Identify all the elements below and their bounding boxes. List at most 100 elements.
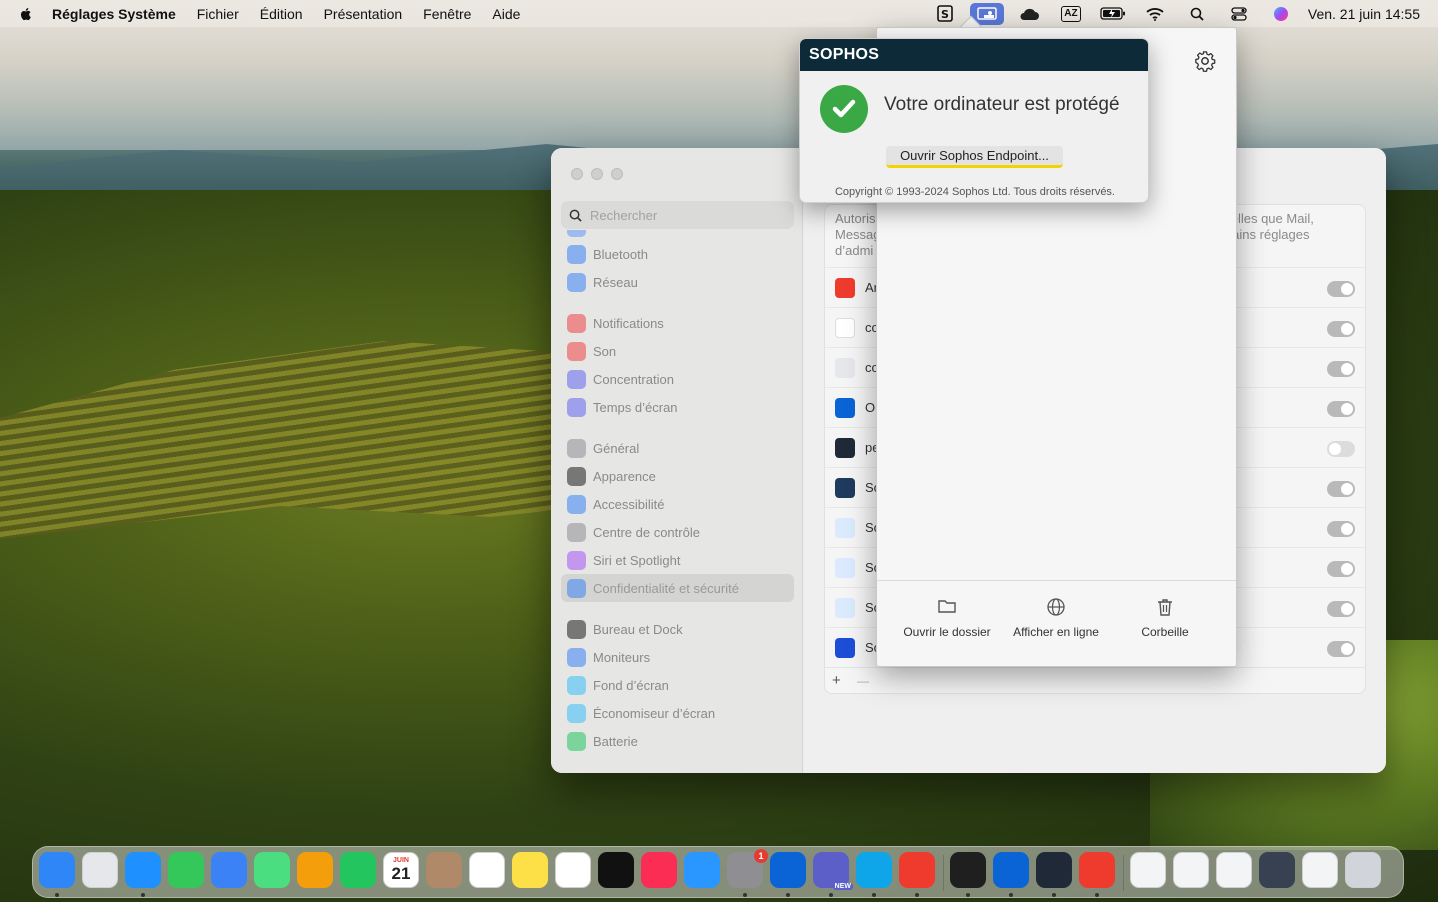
remote-desktop-icon[interactable]	[993, 852, 1029, 888]
sidebar-item-moon[interactable]: Concentration	[561, 365, 794, 393]
app-permission-toggle[interactable]	[1327, 481, 1355, 497]
open-folder-button[interactable]: Ouvrir le dossier	[892, 597, 1002, 639]
app-permission-toggle[interactable]	[1327, 361, 1355, 377]
sidebar-item-sound[interactable]: Son	[561, 337, 794, 365]
sidebar-item-siri[interactable]: Siri et Spotlight	[561, 546, 794, 574]
add-button[interactable]: +	[832, 672, 841, 689]
notes-icon[interactable]	[512, 852, 548, 888]
anydesk-icon[interactable]	[899, 852, 935, 888]
menu-app-name[interactable]: Réglages Système	[52, 6, 176, 22]
cloud-icon[interactable]	[1012, 3, 1046, 25]
keyboard-input-icon[interactable]: AZ	[1054, 3, 1088, 25]
music-icon[interactable]	[641, 852, 677, 888]
outlook-icon[interactable]	[770, 852, 806, 888]
gear-icon[interactable]	[1194, 50, 1216, 72]
terminal-icon[interactable]	[950, 852, 986, 888]
app-permission-toggle[interactable]	[1327, 281, 1355, 297]
sidebar-item-bluetooth[interactable]: Bluetooth	[561, 240, 794, 268]
minimized-window-3-icon[interactable]	[1216, 852, 1252, 888]
recycle-bin-button[interactable]: Corbeille	[1110, 597, 1220, 639]
view-online-label: Afficher en ligne	[1013, 625, 1099, 639]
wifi-icon[interactable]	[1138, 3, 1172, 25]
contacts-icon[interactable]	[426, 852, 462, 888]
finder-icon[interactable]	[39, 852, 75, 888]
search-icon[interactable]	[1180, 3, 1214, 25]
apple-tv-icon[interactable]	[598, 852, 634, 888]
system-settings-icon[interactable]: 1	[727, 849, 768, 888]
sidebar-item-screensaver[interactable]: Économiseur d’écran	[561, 699, 794, 727]
sidebar-item-display[interactable]: Moniteurs	[561, 643, 794, 671]
settings-search-field[interactable]: Rechercher	[561, 201, 794, 229]
battery-icon[interactable]	[1096, 3, 1130, 25]
anydesk-icon	[835, 278, 855, 298]
apple-menu-icon[interactable]	[18, 6, 34, 22]
app-permission-toggle[interactable]	[1327, 521, 1355, 537]
open-sophos-endpoint-button[interactable]: Ouvrir Sophos Endpoint...	[886, 146, 1063, 168]
minimized-window-4-icon[interactable]	[1259, 852, 1295, 888]
maps-icon[interactable]	[254, 852, 290, 888]
menu-fichier[interactable]: Fichier	[197, 6, 239, 22]
popover-footer: Ouvrir le dossier Afficher en ligne Corb…	[877, 580, 1236, 666]
teams-icon[interactable]: NEW	[813, 852, 853, 890]
freeform-icon[interactable]	[555, 852, 591, 888]
activity-monitor-icon[interactable]	[1036, 852, 1072, 888]
dock-separator	[1123, 855, 1124, 891]
calendar-icon[interactable]: JUIN 21	[383, 852, 419, 888]
sidebar-item-wallpaper[interactable]: Fond d’écran	[561, 671, 794, 699]
shield-icon	[835, 358, 855, 378]
sidebar-item-control-center[interactable]: Centre de contrôle	[561, 518, 794, 546]
sidebar-item-label: Général	[593, 440, 640, 456]
minimize-button[interactable]	[591, 168, 603, 180]
sidebar-item-appearance[interactable]: Apparence	[561, 462, 794, 490]
menu-edition[interactable]: Édition	[260, 6, 303, 22]
anydesk-user-icon[interactable]	[1079, 852, 1115, 888]
sidebar-item-hourglass[interactable]: Temps d’écran	[561, 393, 794, 421]
sophos-ring-icon	[835, 478, 855, 498]
mail-icon[interactable]	[211, 852, 247, 888]
sidebar-item-hand[interactable]: Confidentialité et sécurité	[561, 574, 794, 602]
menu-clock[interactable]: Ven. 21 juin 14:55	[1308, 6, 1420, 22]
control-center-icon[interactable]	[1222, 3, 1256, 25]
recycle-bin-label: Corbeille	[1141, 625, 1189, 639]
minimized-window-5-icon[interactable]	[1302, 852, 1338, 888]
facetime-icon[interactable]	[340, 852, 376, 888]
safari-icon[interactable]	[125, 852, 161, 888]
zoom-button[interactable]	[611, 168, 623, 180]
settings-sidebar: Rechercher Bluetooth Réseau Notifications S…	[551, 148, 803, 773]
sidebar-item-dock[interactable]: Bureau et Dock	[561, 615, 794, 643]
app-permission-toggle[interactable]	[1327, 401, 1355, 417]
sidebar-item-label: Bluetooth	[593, 246, 648, 262]
sidebar-item-notifications[interactable]: Notifications	[561, 309, 794, 337]
sidebar-item-battery[interactable]: Batterie	[561, 727, 794, 755]
launchpad-icon[interactable]	[82, 852, 118, 888]
sidebar-item-gear[interactable]: Général	[561, 434, 794, 462]
reminders-icon[interactable]	[469, 852, 505, 888]
sidebar-item-accessibility[interactable]: Accessibilité	[561, 490, 794, 518]
menu-fenetre[interactable]: Fenêtre	[423, 6, 471, 22]
view-online-button[interactable]: Afficher en ligne	[1001, 597, 1111, 639]
remove-button[interactable]: —	[857, 674, 869, 688]
messages-icon[interactable]	[168, 852, 204, 888]
edge-icon[interactable]	[856, 852, 892, 888]
app-permission-toggle[interactable]	[1327, 641, 1355, 657]
hourglass-icon	[567, 397, 586, 417]
app-permission-toggle[interactable]	[1327, 441, 1355, 457]
app-permission-toggle[interactable]	[1327, 561, 1355, 577]
photos-icon[interactable]	[297, 852, 333, 888]
minimized-window-2-icon[interactable]	[1173, 852, 1209, 888]
close-button[interactable]	[571, 168, 583, 180]
sophos-icon[interactable]: S	[928, 3, 962, 25]
sidebar-item-network[interactable]: Réseau	[561, 268, 794, 296]
app-permission-toggle[interactable]	[1327, 321, 1355, 337]
app-store-icon[interactable]	[684, 852, 720, 888]
app-permission-toggle[interactable]	[1327, 601, 1355, 617]
window-controls	[571, 168, 623, 180]
running-indicator	[141, 893, 145, 897]
menu-aide[interactable]: Aide	[492, 6, 520, 22]
siri-icon[interactable]	[1264, 3, 1298, 25]
notification-badge: 1	[754, 849, 768, 863]
dock-icon	[567, 619, 586, 639]
menu-presentation[interactable]: Présentation	[324, 6, 403, 22]
trash-icon[interactable]	[1345, 852, 1381, 888]
minimized-window-1-icon[interactable]	[1130, 852, 1166, 888]
